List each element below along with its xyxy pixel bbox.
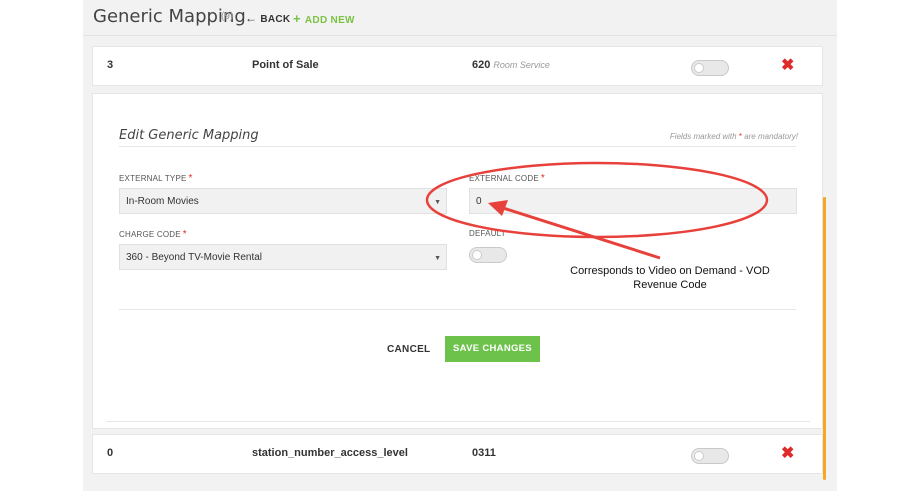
app-window: Generic Mapping (9) ← BACK + ADD NEW 3 Poi… <box>83 0 837 491</box>
toggle-knob <box>472 250 482 260</box>
external-type-label-text: EXTERNAL TYPE <box>119 174 187 183</box>
annotation-line-1: Corresponds to Video on Demand - VOD <box>570 265 770 277</box>
default-toggle[interactable] <box>691 60 729 76</box>
add-new-button[interactable]: + ADD NEW <box>293 11 355 26</box>
mandatory-note: Fields marked with * are mandatory! <box>670 132 798 141</box>
external-type-value: In-Room Movies <box>126 196 199 207</box>
annotation-text: Corresponds to Video on Demand - VOD Rev… <box>560 264 780 292</box>
external-type-label: EXTERNAL TYPE * <box>119 173 193 184</box>
divider <box>106 421 810 422</box>
edit-panel: Edit Generic Mapping Fields marked with … <box>92 93 823 429</box>
row-value-number: 620 <box>472 59 491 71</box>
charge-code-select[interactable]: 360 - Beyond TV-Movie Rental ▼ <box>119 244 447 270</box>
toggle-knob <box>694 451 704 461</box>
charge-code-label: CHARGE CODE * <box>119 229 187 240</box>
delete-icon[interactable]: ✖ <box>781 443 794 463</box>
toggle-knob <box>694 63 704 73</box>
scrollbar[interactable] <box>823 197 826 480</box>
edit-panel-title: Edit Generic Mapping <box>119 128 259 143</box>
mandatory-note-prefix: Fields marked with <box>669 132 737 141</box>
default-toggle[interactable] <box>469 247 507 263</box>
default-label: DEFAULT <box>469 229 506 238</box>
row-value: 620 Room Service <box>472 59 550 71</box>
row-value: 0311 <box>472 447 496 459</box>
external-code-value: 0 <box>476 196 482 207</box>
external-code-label: EXTERNAL CODE * <box>469 173 545 184</box>
table-row[interactable]: 3 Point of Sale 620 Room Service ✖ <box>92 46 823 86</box>
caret-down-icon: ▼ <box>434 199 441 206</box>
mandatory-note-suffix: are mandatory! <box>744 132 798 141</box>
page-header: Generic Mapping (9) ← BACK + ADD NEW <box>83 0 837 36</box>
row-value-number: 0311 <box>472 447 496 459</box>
required-star: * <box>188 173 193 184</box>
table-row[interactable]: 0 station_number_access_level 0311 ✖ <box>92 434 823 474</box>
charge-code-value: 360 - Beyond TV-Movie Rental <box>126 252 263 263</box>
divider <box>119 146 796 147</box>
row-code: 3 <box>107 59 114 71</box>
external-type-select[interactable]: In-Room Movies ▼ <box>119 188 447 214</box>
required-star: * <box>182 229 187 240</box>
cancel-button[interactable]: CANCEL <box>387 344 430 355</box>
mandatory-star: * <box>738 132 742 141</box>
row-value-note: Room Service <box>493 60 550 70</box>
save-changes-button[interactable]: SAVE CHANGES <box>445 336 540 362</box>
arrow-left-icon: ← <box>245 11 258 25</box>
external-code-label-text: EXTERNAL CODE <box>469 174 539 183</box>
row-name: Point of Sale <box>252 59 319 71</box>
required-star: * <box>540 173 545 184</box>
caret-down-icon: ▼ <box>434 255 441 262</box>
charge-code-label-text: CHARGE CODE <box>119 230 181 239</box>
default-toggle[interactable] <box>691 448 729 464</box>
divider <box>119 309 796 310</box>
back-button[interactable]: ← BACK <box>245 11 290 25</box>
add-new-label: ADD NEW <box>304 15 355 26</box>
external-code-input[interactable]: 0 <box>469 188 797 214</box>
row-code: 0 <box>107 447 114 459</box>
delete-icon[interactable]: ✖ <box>781 55 794 75</box>
back-label: BACK <box>260 14 291 25</box>
record-count: (9) <box>221 11 234 22</box>
plus-icon: + <box>293 11 301 26</box>
row-name: station_number_access_level <box>252 447 408 459</box>
annotation-line-2: Revenue Code <box>633 279 707 291</box>
